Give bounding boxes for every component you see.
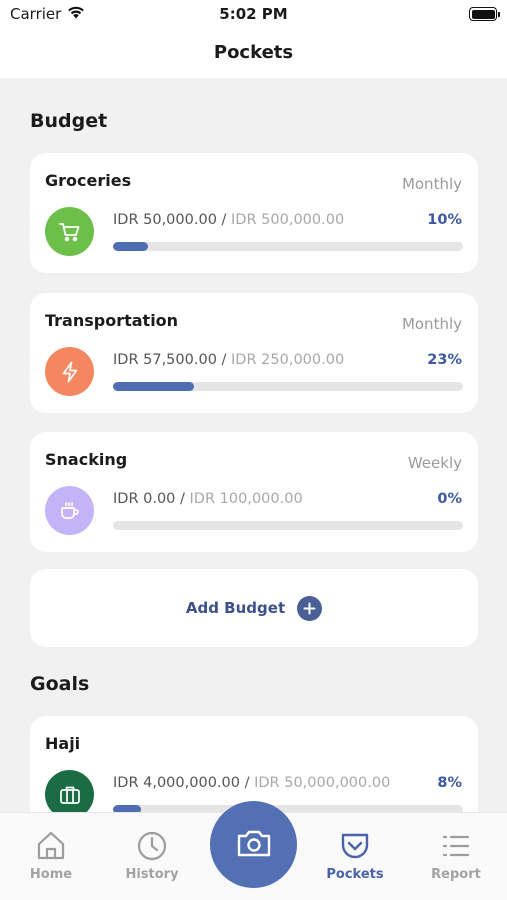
budget-amount: IDR 50,000.00 / IDR 500,000.00	[113, 212, 344, 228]
lightning-icon	[45, 347, 94, 396]
budget-period: Weekly	[407, 454, 462, 472]
progress-bar	[113, 242, 463, 251]
budget-spent: IDR 50,000.00	[113, 212, 217, 228]
clock-icon	[135, 829, 169, 863]
budget-percent: 23%	[427, 352, 462, 368]
goal-name: Haji	[45, 734, 81, 753]
cart-icon	[45, 207, 94, 256]
budget-amount: IDR 0.00 / IDR 100,000.00	[113, 491, 303, 507]
budget-limit: IDR 100,000.00	[189, 491, 303, 507]
budget-card-snacking[interactable]: Snacking Weekly IDR 0.00 / IDR 100,000.0…	[30, 432, 478, 552]
camera-button[interactable]	[210, 801, 297, 888]
tab-report[interactable]: Report	[411, 813, 501, 893]
battery-icon	[469, 7, 500, 21]
goal-target: IDR 50,000,000.00	[254, 775, 391, 791]
camera-icon	[236, 828, 272, 862]
coffee-cup-icon	[45, 486, 94, 535]
progress-bar	[113, 382, 463, 391]
add-budget-label: Add Budget	[185, 599, 286, 617]
tab-label: Pockets	[326, 867, 384, 882]
amount-separator: /	[239, 775, 255, 791]
budget-percent: 0%	[437, 491, 462, 507]
tab-pockets[interactable]: Pockets	[310, 813, 400, 893]
progress-fill	[113, 242, 148, 251]
tab-label: Home	[29, 867, 73, 882]
budget-period: Monthly	[401, 175, 462, 193]
goal-amount: IDR 4,000,000.00 / IDR 50,000,000.00	[113, 775, 390, 791]
tab-label: History	[125, 867, 179, 882]
progress-fill	[113, 382, 194, 391]
budget-percent: 10%	[427, 212, 462, 228]
plus-circle-icon	[297, 595, 323, 621]
budget-limit: IDR 500,000.00	[231, 212, 345, 228]
budget-period: Monthly	[401, 315, 462, 333]
amount-separator: /	[175, 491, 190, 507]
goals-section-title: Goals	[30, 673, 90, 695]
tab-label: Report	[431, 867, 481, 882]
goal-saved: IDR 4,000,000.00	[113, 775, 240, 791]
budget-card-transportation[interactable]: Transportation Monthly IDR 57,500.00 / I…	[30, 293, 478, 413]
budget-name: Snacking	[45, 450, 128, 469]
budget-spent: IDR 0.00	[113, 491, 176, 507]
amount-separator: /	[216, 212, 232, 228]
progress-bar	[113, 521, 463, 530]
budget-name: Transportation	[45, 311, 179, 330]
page-title: Pockets	[213, 42, 294, 63]
budget-name: Groceries	[45, 171, 132, 190]
status-bar: Carrier 5:02 PM	[0, 0, 507, 30]
budget-section-title: Budget	[30, 110, 108, 132]
budget-card-groceries[interactable]: Groceries Monthly IDR 50,000.00 / IDR 50…	[30, 153, 478, 273]
status-time: 5:02 PM	[219, 5, 288, 23]
tab-history[interactable]: History	[107, 813, 197, 893]
list-icon	[439, 829, 473, 863]
amount-separator: /	[216, 352, 232, 368]
budget-limit: IDR 250,000.00	[231, 352, 345, 368]
home-icon	[34, 829, 68, 863]
pocket-icon	[338, 829, 372, 863]
add-budget-button[interactable]: Add Budget	[30, 569, 478, 647]
budget-spent: IDR 57,500.00	[113, 352, 217, 368]
tab-home[interactable]: Home	[6, 813, 96, 893]
budget-amount: IDR 57,500.00 / IDR 250,000.00	[113, 352, 344, 368]
navigation-bar: Pockets	[0, 30, 507, 78]
goal-percent: 8%	[437, 775, 462, 791]
